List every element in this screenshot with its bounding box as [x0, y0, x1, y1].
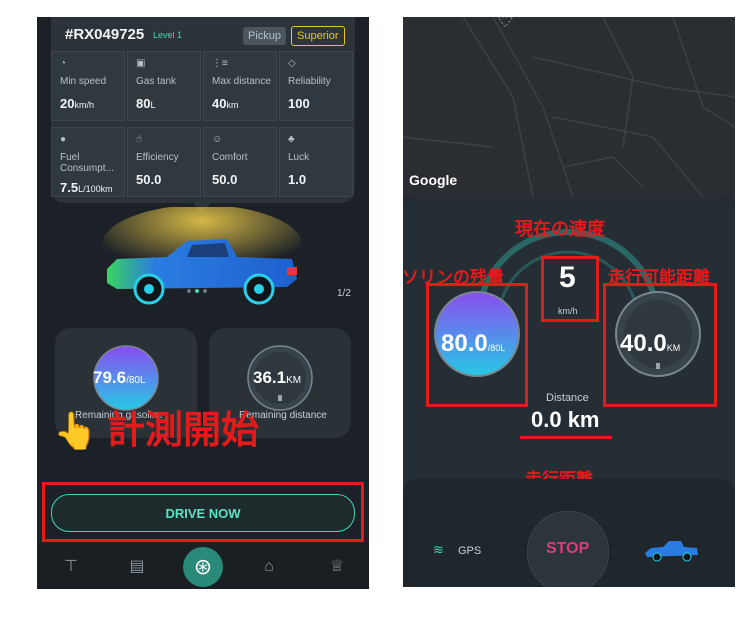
sign-icon[interactable]: ⊤: [59, 555, 83, 579]
stat-label: Fuel Consumpt...: [60, 152, 114, 174]
stat-label: Efficiency: [136, 152, 179, 163]
google-attribution: Google: [409, 172, 458, 188]
stat-value: 40km: [212, 96, 239, 111]
stat-value: 80L: [136, 96, 156, 111]
car-icon: [645, 541, 698, 562]
bottom-nav: ⊤ ▤ ⊛ ⌂ ♕: [37, 545, 369, 589]
controls-bar: ≋ GPS STOP: [403, 479, 735, 587]
garage-icon[interactable]: ▤: [125, 555, 149, 579]
tag-superior: Superior: [291, 26, 345, 46]
gas-tank-icon: ▣: [136, 58, 146, 69]
gas-highlight: [426, 283, 528, 407]
stat-value: 50.0: [212, 172, 238, 187]
stat-value: 100: [288, 96, 310, 111]
stop-button[interactable]: STOP: [527, 511, 609, 587]
stat-value: 7.5L/100km: [60, 180, 113, 195]
vehicle-stats-card: #RX049725 Level 1 Pickup Superior ◔ Min …: [51, 17, 355, 203]
gas-gauge-value: 79.6/80L: [93, 368, 146, 387]
stat-label: Min speed: [60, 76, 107, 87]
stat-label: Gas tank: [136, 76, 177, 87]
stat-value: 20km/h: [60, 96, 94, 111]
stat-min-speed: ◔ Min speed 20km/h: [51, 51, 125, 121]
stat-efficiency: ☝ Efficiency 50.0: [127, 127, 201, 197]
map-roads: [403, 17, 735, 198]
distance-value: 0.0 km: [531, 407, 600, 432]
stat-label: Reliability: [288, 76, 331, 87]
stat-value: 1.0: [288, 172, 307, 187]
vehicle-id: #RX049725: [65, 26, 145, 43]
clover-icon: ♣: [288, 134, 295, 145]
gps-label: GPS: [458, 545, 482, 557]
stat-fuel-consumption: ● Fuel Consumpt... 7.5L/100km: [51, 127, 125, 197]
stop-label: STOP: [546, 540, 590, 557]
stat-label: Comfort: [212, 152, 248, 163]
current-speed-annotation: 現在の速度: [515, 219, 605, 240]
route-icon: ⋮≡: [212, 58, 228, 69]
distance-label: Distance: [546, 392, 589, 404]
range-highlight: [603, 283, 717, 407]
level-label: Level 1: [153, 30, 183, 40]
right-screen: Google 5 km/h 80.0/80L 40.0KM Distance 0…: [403, 17, 735, 587]
steering-wheel-icon[interactable]: ⊛: [183, 547, 223, 587]
left-screen: #RX049725 Level 1 Pickup Superior ◔ Min …: [37, 17, 369, 589]
gas-remaining-annotation: ガソリンの残量: [403, 268, 504, 288]
speed-highlight: [541, 256, 599, 322]
drive-button-highlight: [42, 482, 364, 542]
pointing-hand-icon: 👆: [53, 410, 98, 451]
stat-reliability: ◇ Reliability 100: [279, 51, 353, 121]
gps-icon: ≋: [433, 542, 444, 557]
range-annotation: 走行可能距離: [608, 268, 710, 288]
trophy-icon[interactable]: ♕: [325, 555, 349, 579]
stat-luck: ♣ Luck 1.0: [279, 127, 353, 197]
tag-pickup: Pickup: [243, 27, 287, 45]
stat-comfort: ☺ Comfort 50.0: [203, 127, 277, 197]
stat-label: Max distance: [212, 76, 271, 87]
speedometer-icon: ◔: [60, 58, 67, 69]
pickup-truck-image[interactable]: [87, 207, 317, 317]
stat-gas-tank: ▣ Gas tank 80L: [127, 51, 201, 121]
distance-gauge-value: 36.1KM: [253, 368, 302, 387]
stat-label: Luck: [288, 152, 310, 163]
thumbs-up-icon: ☝: [136, 134, 143, 145]
page-indicator: 1/2: [337, 288, 351, 299]
stat-value: 50.0: [136, 172, 162, 187]
shield-icon: ◇: [288, 58, 296, 69]
map-view[interactable]: Google: [403, 17, 735, 198]
shop-icon[interactable]: ⌂: [257, 555, 281, 579]
start-measurement-annotation: 計測開始: [107, 408, 260, 452]
distance-underline: [520, 436, 612, 439]
stat-max-distance: ⋮≡ Max distance 40km: [203, 51, 277, 121]
carousel-dots[interactable]: [187, 289, 215, 293]
droplet-icon: ●: [60, 134, 67, 145]
smile-icon: ☺: [212, 134, 223, 145]
